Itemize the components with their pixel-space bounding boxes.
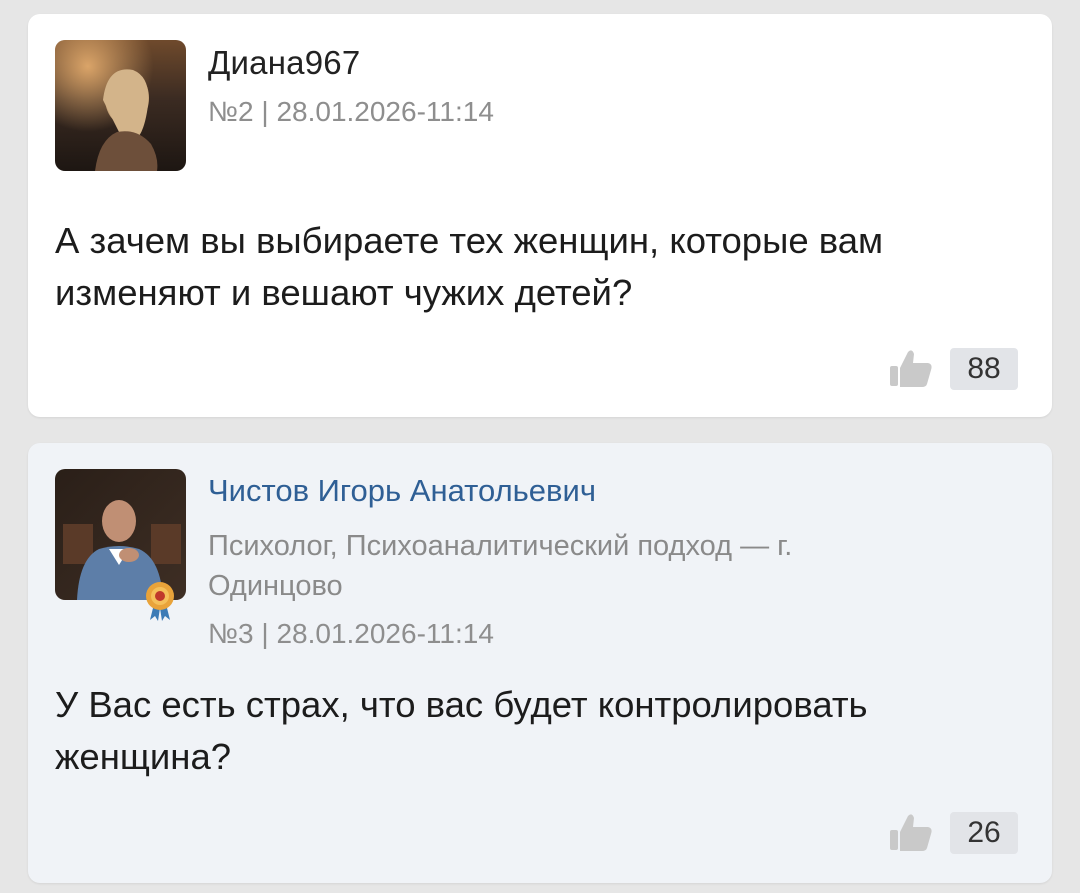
like-count: 26 — [950, 812, 1018, 854]
expert-badge-icon — [144, 580, 176, 622]
author-description: Психолог, Психоаналитический подход — г.… — [208, 530, 793, 602]
comment-author[interactable]: Чистов Игорь Анатольевич — [208, 473, 596, 509]
comment-meta: №2 | 28.01.2026-11:14 — [208, 96, 494, 127]
avatar[interactable] — [55, 40, 186, 171]
thumbs-up-icon[interactable] — [888, 348, 934, 388]
comment-text: У Вас есть страх, что вас будет контроли… — [55, 684, 868, 777]
comment-author[interactable]: Диана967 — [208, 44, 360, 82]
thumbs-up-icon[interactable] — [888, 812, 934, 852]
comment-card-expert: Чистов Игорь Анатольевич Психолог, Психо… — [28, 443, 1052, 883]
comment-text: А зачем вы выбираете тех женщин, которые… — [55, 220, 884, 313]
comment-card: Диана967 №2 | 28.01.2026-11:14 А зачем в… — [28, 14, 1052, 417]
like-count: 88 — [950, 348, 1018, 390]
comment-meta: №3 | 28.01.2026-11:14 — [208, 618, 494, 649]
